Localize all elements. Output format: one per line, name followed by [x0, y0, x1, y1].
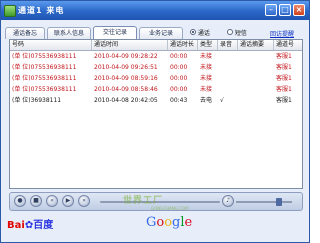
stop-icon[interactable]: ■: [30, 195, 42, 207]
paw-icon: ✿: [24, 220, 34, 231]
volume-slider-handle[interactable]: [276, 198, 282, 206]
cell-number: (单 位)36938111: [12, 97, 62, 104]
title-bar[interactable]: 通道1 来电 – □ ×: [1, 1, 309, 20]
cell-call-time: 2010-04-08 20:42:05: [94, 97, 158, 104]
play-icon[interactable]: ▶: [62, 195, 74, 207]
record-icon[interactable]: ●: [14, 195, 26, 207]
tab-business-records[interactable]: 业务记录: [139, 27, 183, 39]
cell-call-time: 2010-04-09 08:58:46: [94, 86, 158, 93]
cell-summary: [238, 95, 274, 106]
cell-type: 未接: [200, 53, 213, 60]
tab-interaction-history[interactable]: 交往记录: [93, 26, 137, 39]
tab-contact-info[interactable]: 联系人信息: [47, 27, 91, 39]
cell-summary: [238, 84, 274, 95]
cell-summary: [238, 51, 274, 62]
cell-recording: [218, 51, 238, 62]
table-row[interactable]: (单 位)075536938111 2010-04-09 08:58:46 00:0…: [10, 84, 302, 95]
cell-type: 未接: [200, 64, 213, 71]
baidu-logo-cn: 百度: [33, 220, 54, 231]
cell-channel: 客服1: [276, 53, 292, 60]
cell-type: 去电: [200, 97, 213, 104]
column-header-summary[interactable]: 通话摘要: [238, 40, 274, 50]
follow-up-reminder-link[interactable]: 回访提醒: [270, 29, 294, 38]
column-header-recording[interactable]: 录音: [218, 40, 238, 50]
call-records-table[interactable]: 号码 通话时间 通话时长 类型 录音 通话摘要 通道号 (单 位)0755369…: [9, 39, 303, 189]
tab-bar: 通话备忘 联系人信息 交往记录 业务记录 通话 短信 回访提醒: [1, 26, 309, 39]
cell-call-time: 2010-04-09 09:28:22: [94, 53, 158, 60]
rewind-icon[interactable]: «: [46, 195, 58, 207]
cell-duration: 00:00: [170, 53, 188, 60]
close-button[interactable]: ×: [293, 4, 305, 16]
call-window: 通道1 来电 – □ × 通话备忘 联系人信息 交往记录 业务记录 通话 短信 …: [0, 0, 310, 243]
cell-number: (单 位)075536938111: [12, 75, 77, 82]
column-header-channel[interactable]: 通道号: [274, 40, 302, 50]
cell-duration: 00:00: [170, 75, 188, 82]
cell-recording: [218, 84, 238, 95]
volume-slider[interactable]: [236, 201, 292, 203]
baidu-logo-latin: Bai: [7, 220, 25, 231]
table-header: 号码 通话时间 通话时长 类型 录音 通话摘要 通道号: [10, 40, 302, 51]
cell-duration: 00:00: [170, 86, 188, 93]
cell-recording: [218, 73, 238, 84]
radio-sms[interactable]: 短信: [227, 28, 247, 38]
cell-channel: 客服1: [276, 64, 292, 71]
cell-summary: [238, 62, 274, 73]
cell-call-time: 2010-04-09 08:59:16: [94, 75, 158, 82]
cell-number: (单 位)075536938111: [12, 86, 77, 93]
cell-recording: [218, 62, 238, 73]
cell-type: 未接: [200, 75, 213, 82]
table-row[interactable]: (单 位)075536938111 2010-04-09 09:26:51 00:0…: [10, 62, 302, 73]
column-header-type[interactable]: 类型: [198, 40, 218, 50]
baidu-logo: Bai✿百度: [7, 216, 53, 231]
cell-channel: 客服1: [276, 86, 292, 93]
app-icon: [4, 5, 16, 17]
cell-duration: 00:00: [170, 64, 188, 71]
table-row[interactable]: (单 位)36938111 2010-04-08 20:42:05 00:43 去电 √…: [10, 95, 302, 106]
radio-sms-label: 短信: [234, 30, 247, 37]
radio-call-label: 通话: [197, 30, 210, 37]
watermark-url: GONGCHANG.COM: [151, 206, 189, 211]
cell-duration: 00:43: [170, 97, 188, 104]
fast-forward-icon[interactable]: »: [78, 195, 90, 207]
tab-call-memo[interactable]: 通话备忘: [5, 27, 45, 39]
radio-sms-indicator[interactable]: [227, 28, 233, 35]
table-row[interactable]: (单 位)075536938111 2010-04-09 09:28:22 00:0…: [10, 51, 302, 62]
cell-recording: √: [220, 97, 224, 104]
column-header-call-time[interactable]: 通话时间: [92, 40, 168, 50]
radio-call-indicator[interactable]: [190, 28, 196, 35]
cell-channel: 客服1: [276, 97, 292, 104]
minimize-button[interactable]: –: [265, 4, 277, 16]
radio-call[interactable]: 通话: [190, 28, 210, 38]
speaker-icon[interactable]: ♪: [222, 195, 234, 207]
watermark-logo: 世界工厂: [123, 196, 164, 206]
google-logo-text: Google: [146, 215, 192, 230]
cell-number: (单 位)075536938111: [12, 53, 77, 60]
cell-channel: 客服1: [276, 75, 292, 82]
cell-number: (单 位)075536938111: [12, 64, 77, 71]
table-row[interactable]: (单 位)075536938111 2010-04-09 08:59:16 00:0…: [10, 73, 302, 84]
google-logo: GoogleGoogle: [146, 215, 192, 230]
column-header-duration[interactable]: 通话时长: [168, 40, 198, 50]
cell-call-time: 2010-04-09 09:26:51: [94, 64, 158, 71]
cell-type: 未接: [200, 86, 213, 93]
window-title: 通道1 来电: [18, 6, 65, 15]
maximize-button[interactable]: □: [279, 4, 291, 16]
column-header-number[interactable]: 号码: [10, 40, 92, 50]
cell-summary: [238, 73, 274, 84]
